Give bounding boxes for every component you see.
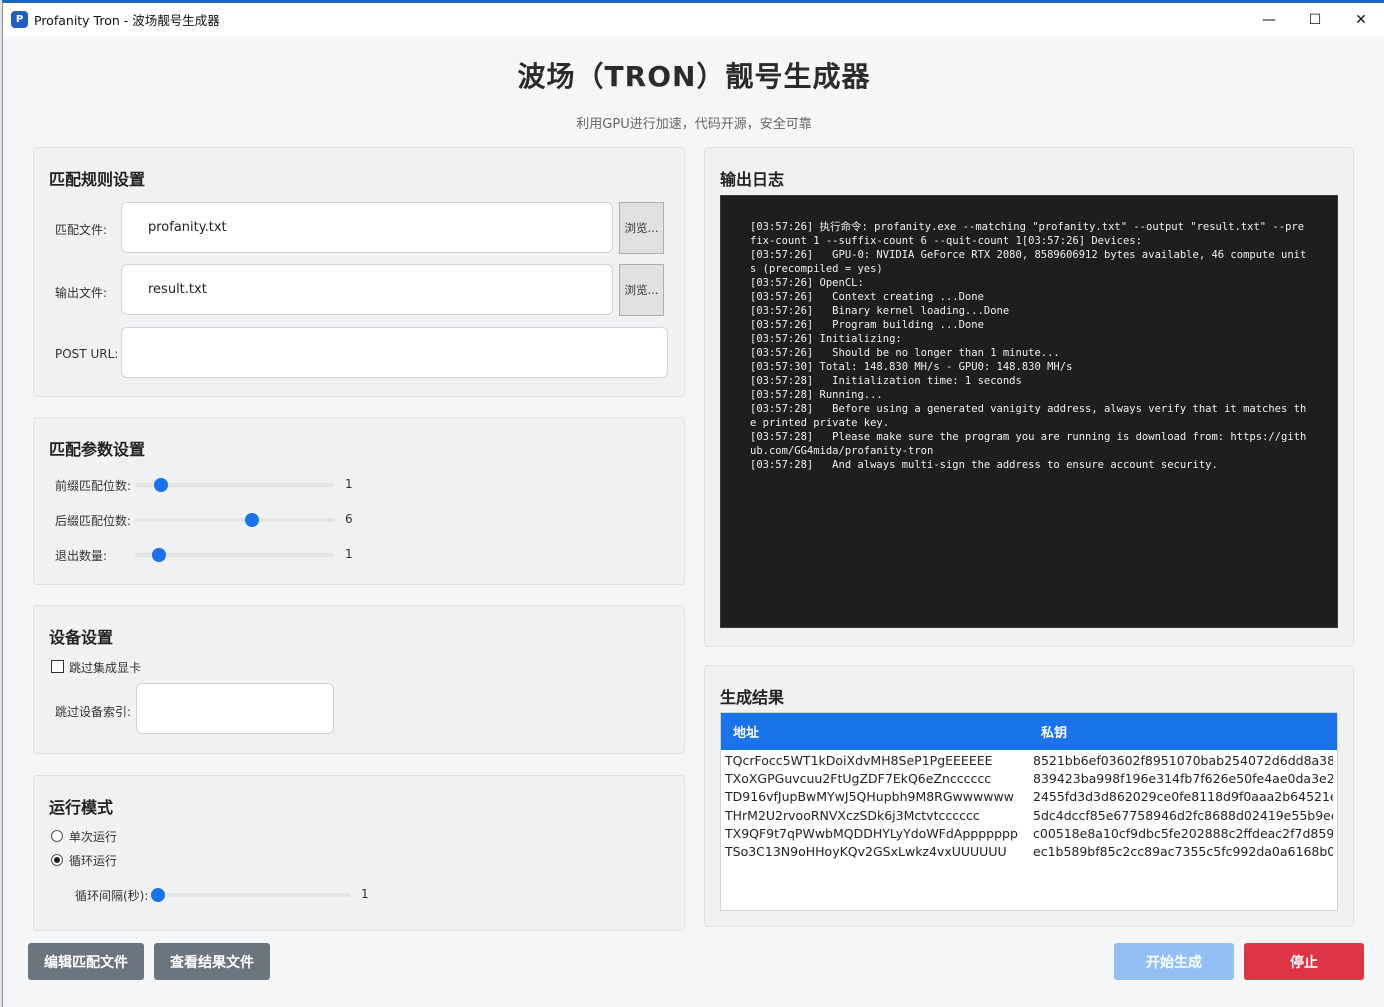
table-row[interactable]: TXoXGPGuvcuu2FtUgZDF7EkQ6eZncccccc 839423…	[721, 769, 1337, 787]
skip-integrated-label[interactable]: 跳过集成显卡	[69, 659, 141, 676]
log-line: [03:57:28] Please make sure the program …	[750, 431, 1307, 457]
private-key-cell[interactable]: 8521bb6ef03602f8951070bab254072d6dd8a38c…	[1030, 753, 1333, 768]
log-line: [03:57:28] Initialization time: 1 second…	[750, 375, 1022, 387]
log-line: [03:57:26] Binary kernel loading...Done	[750, 305, 1010, 317]
loop-interval-slider[interactable]	[150, 888, 350, 902]
title-bar: P Profanity Tron - 波场靓号生成器 — ☐ ✕	[3, 3, 1384, 36]
skip-index-input[interactable]	[136, 683, 334, 734]
private-key-cell[interactable]: 839423ba998f196e314fb7f626e50fe4ae0da3e2…	[1030, 771, 1333, 786]
match-file-label: 匹配文件:	[55, 223, 108, 237]
quit-count-slider[interactable]	[135, 548, 334, 562]
window-controls: — ☐ ✕	[1246, 3, 1384, 36]
run-mode-title: 运行模式	[49, 798, 114, 817]
results-table-body: TQcrFocc5WT1kDoiXdvMH8SeP1PgEEEEEE 8521bb…	[721, 750, 1337, 861]
single-run-label[interactable]: 单次运行	[69, 828, 117, 845]
table-row[interactable]: TD916vfJupBwMYwJ5QHupbh9M8RGwwwwww 2455fd…	[721, 788, 1337, 806]
results-title: 生成结果	[720, 688, 785, 707]
close-icon[interactable]: ✕	[1338, 3, 1384, 36]
log-line: [03:57:26] Context creating ...Done	[750, 291, 984, 303]
match-file-browse-button[interactable]: 浏览...	[619, 202, 664, 254]
quit-count-value: 1	[345, 547, 353, 561]
output-file-input[interactable]: result.txt	[121, 264, 613, 315]
log-line: [03:57:26] Initializing:	[750, 333, 902, 345]
log-line: [03:57:28] Running...	[750, 389, 883, 401]
column-header-address[interactable]: 地址	[721, 722, 1030, 741]
match-rules-panel: 匹配规则设置 匹配文件: profanity.txt 浏览... 输出文件: r…	[33, 147, 685, 397]
post-url-input[interactable]	[121, 327, 668, 378]
suffix-count-value: 6	[345, 512, 353, 526]
log-line: [03:57:28] Before using a generated vani…	[750, 403, 1307, 429]
address-cell[interactable]: TQcrFocc5WT1kDoiXdvMH8SeP1PgEEEEEE	[721, 753, 1030, 768]
loop-interval-value: 1	[361, 887, 369, 901]
log-lines: [03:57:26] 执行命令: profanity.exe --matchin…	[750, 220, 1309, 472]
private-key-cell[interactable]: c00518e8a10cf9dbc5fe202888c2ffdeac2f7d85…	[1030, 826, 1333, 841]
run-mode-panel: 运行模式 单次运行 循环运行 循环间隔(秒): 1	[33, 775, 685, 931]
app-icon: P	[11, 11, 28, 28]
match-file-input[interactable]: profanity.txt	[121, 202, 613, 253]
address-cell[interactable]: THrM2U2rvooRNVXczSDk6j3Mctvtcccccc	[721, 808, 1030, 823]
loop-interval-slider-handle[interactable]	[150, 888, 165, 902]
private-key-cell[interactable]: ec1b589bf85c2cc89ac7355c5fc992da0a6168b0…	[1030, 844, 1333, 859]
output-file-label: 输出文件:	[55, 286, 108, 300]
match-params-title: 匹配参数设置	[49, 440, 146, 459]
results-panel: 生成结果 地址 私钥 TQcrFocc5WT1kDoiXdvMH8SeP1PgE…	[704, 665, 1354, 927]
log-line: [03:57:26] 执行命令: profanity.exe --matchin…	[750, 221, 1305, 247]
start-generate-button[interactable]: 开始生成	[1114, 943, 1234, 980]
log-line: [03:57:30] Total: 148.830 MH/s - GPU0: 1…	[750, 361, 1073, 373]
page-subtitle: 利用GPU进行加速，代码开源，安全可靠	[576, 117, 812, 132]
match-params-panel: 匹配参数设置 前缀匹配位数: 1 后缀匹配位数: 6 退出数量: 1	[33, 417, 685, 585]
skip-index-label: 跳过设备索引:	[55, 705, 132, 719]
address-cell[interactable]: TX9QF9t7qPWwbMQDDHYLyYdoWFdAppppppp	[721, 826, 1030, 841]
quit-count-label: 退出数量:	[55, 549, 108, 563]
device-title: 设备设置	[49, 628, 114, 647]
address-cell[interactable]: TSo3C13N9oHHoyKQv2GSxLwkz4vxUUUUUU	[721, 844, 1030, 859]
log-line: [03:57:26] Program building ...Done	[750, 319, 984, 331]
loop-run-radio[interactable]	[51, 854, 63, 866]
table-row[interactable]: TQcrFocc5WT1kDoiXdvMH8SeP1PgEEEEEE 8521bb…	[721, 751, 1337, 769]
log-title: 输出日志	[720, 170, 785, 189]
suffix-count-slider[interactable]	[135, 513, 334, 527]
maximize-icon[interactable]: ☐	[1292, 3, 1338, 36]
window-title: Profanity Tron - 波场靓号生成器	[34, 13, 220, 28]
quit-count-slider-handle[interactable]	[151, 548, 166, 562]
edit-match-file-button[interactable]: 编辑匹配文件	[28, 943, 144, 980]
results-table[interactable]: 地址 私钥 TQcrFocc5WT1kDoiXdvMH8SeP1PgEEEEEE…	[720, 712, 1338, 911]
loop-run-label[interactable]: 循环运行	[69, 852, 117, 869]
prefix-count-value: 1	[345, 477, 353, 491]
address-cell[interactable]: TXoXGPGuvcuu2FtUgZDF7EkQ6eZncccccc	[721, 771, 1030, 786]
prefix-count-label: 前缀匹配位数:	[55, 479, 132, 493]
log-output[interactable]: [03:57:26] 执行命令: profanity.exe --matchin…	[720, 195, 1338, 628]
suffix-count-label: 后缀匹配位数:	[55, 514, 132, 528]
loop-interval-label: 循环间隔(秒):	[75, 889, 149, 903]
table-row[interactable]: TX9QF9t7qPWwbMQDDHYLyYdoWFdAppppppp c0051…	[721, 824, 1337, 842]
private-key-cell[interactable]: 2455fd3d3d862029ce0fe8118d9f0aaa2b64521e…	[1030, 789, 1333, 804]
table-row[interactable]: THrM2U2rvooRNVXczSDk6j3Mctvtcccccc 5dc4dc…	[721, 806, 1337, 824]
log-line: [03:57:26] GPU-0: NVIDIA GeForce RTX 208…	[750, 249, 1307, 275]
device-panel: 设备设置 跳过集成显卡 跳过设备索引:	[33, 605, 685, 754]
app-window: P Profanity Tron - 波场靓号生成器 — ☐ ✕ 波场（TRON…	[2, 0, 1384, 1007]
log-line: [03:57:26] Should be no longer than 1 mi…	[750, 347, 1060, 359]
single-run-radio[interactable]	[51, 830, 63, 842]
table-row[interactable]: TSo3C13N9oHHoyKQv2GSxLwkz4vxUUUUUU ec1b58…	[721, 842, 1337, 860]
suffix-count-slider-handle[interactable]	[245, 513, 260, 527]
stop-button[interactable]: 停止	[1244, 943, 1364, 980]
column-header-private-key[interactable]: 私钥	[1030, 722, 1337, 741]
page-title: 波场（TRON）靓号生成器	[517, 60, 871, 93]
private-key-cell[interactable]: 5dc4dccf85e67758946d2fc8688d02419e55b9ee…	[1030, 808, 1333, 823]
post-url-label: POST URL:	[55, 347, 119, 361]
log-line: [03:57:26] OpenCL:	[750, 277, 864, 289]
skip-integrated-checkbox[interactable]	[51, 660, 64, 673]
address-cell[interactable]: TD916vfJupBwMYwJ5QHupbh9M8RGwwwwww	[721, 789, 1030, 804]
minimize-icon[interactable]: —	[1246, 3, 1292, 36]
log-panel: 输出日志 [03:57:26] 执行命令: profanity.exe --ma…	[704, 147, 1354, 647]
prefix-count-slider[interactable]	[135, 478, 334, 492]
log-line: [03:57:28] And always multi-sign the add…	[750, 459, 1218, 471]
view-results-file-button[interactable]: 查看结果文件	[154, 943, 270, 980]
results-table-header: 地址 私钥	[721, 713, 1337, 750]
output-file-browse-button[interactable]: 浏览...	[619, 264, 664, 316]
prefix-count-slider-handle[interactable]	[153, 478, 168, 492]
match-rules-title: 匹配规则设置	[49, 170, 146, 189]
